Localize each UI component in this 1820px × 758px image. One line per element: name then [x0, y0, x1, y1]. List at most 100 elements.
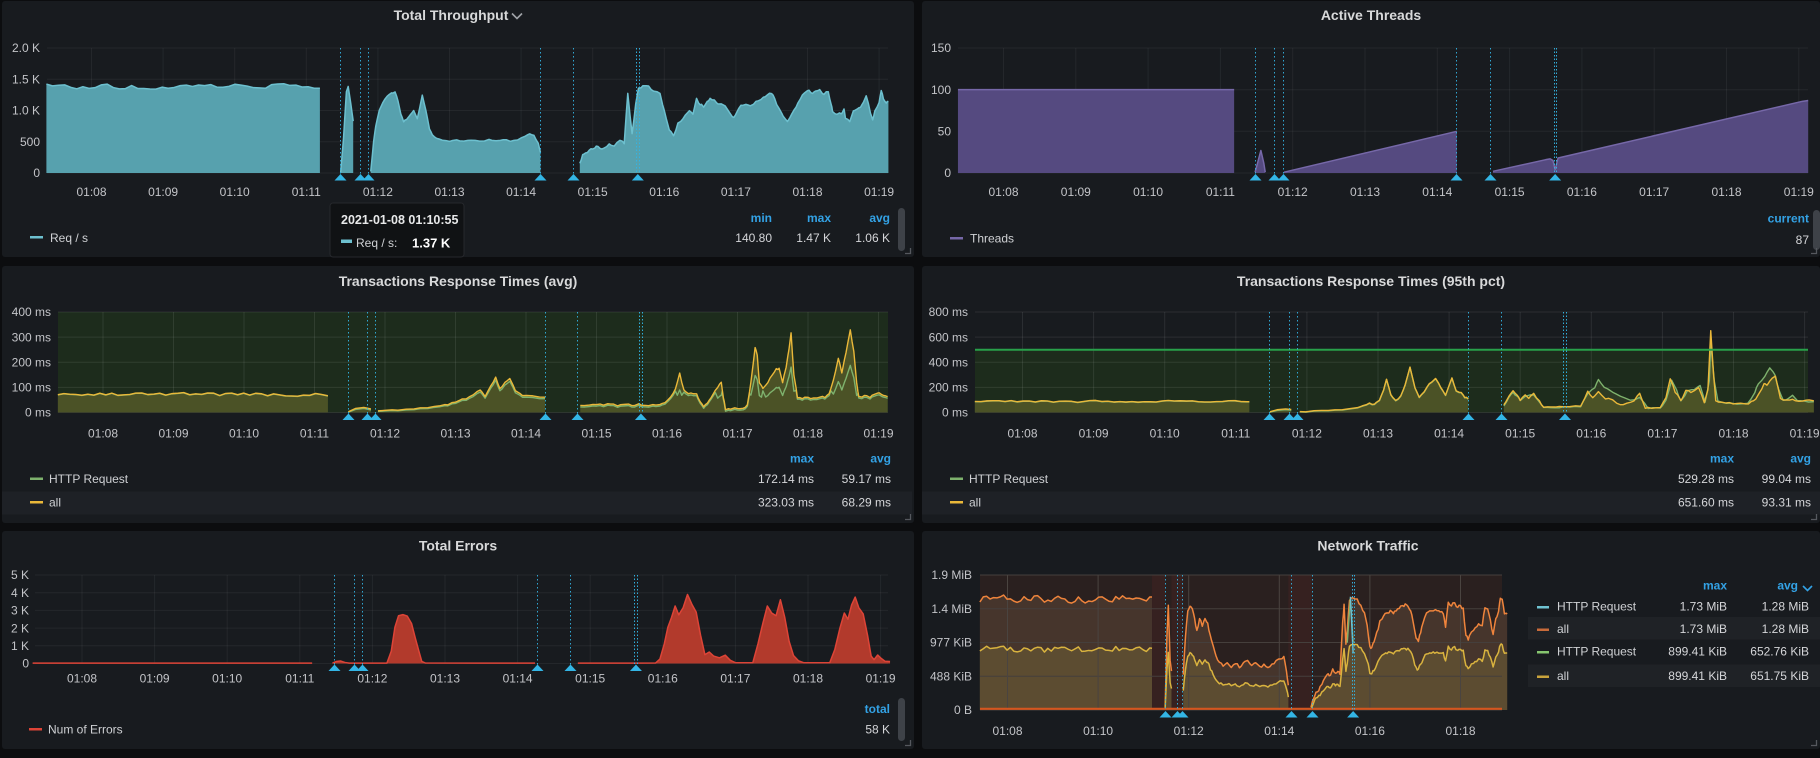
- svg-text:1.73 MiB: 1.73 MiB: [1680, 622, 1727, 636]
- svg-text:01:18: 01:18: [793, 427, 823, 441]
- svg-text:1.28 MiB: 1.28 MiB: [1762, 622, 1809, 636]
- svg-text:01:16: 01:16: [1576, 427, 1606, 441]
- svg-text:01:12: 01:12: [1174, 724, 1204, 738]
- svg-text:01:11: 01:11: [1221, 427, 1250, 441]
- svg-text:0 ms: 0 ms: [942, 406, 968, 420]
- svg-text:3 K: 3 K: [11, 604, 29, 618]
- svg-text:01:11: 01:11: [1206, 185, 1235, 199]
- svg-text:1.28 MiB: 1.28 MiB: [1762, 600, 1809, 614]
- svg-text:0: 0: [944, 166, 951, 180]
- svg-text:651.60 ms: 651.60 ms: [1678, 496, 1734, 510]
- svg-text:01:09: 01:09: [148, 185, 178, 199]
- svg-text:01:17: 01:17: [721, 185, 751, 199]
- svg-text:current: current: [1768, 212, 1809, 226]
- svg-text:2.0 K: 2.0 K: [12, 41, 40, 55]
- svg-text:500: 500: [20, 135, 40, 149]
- svg-text:all: all: [969, 496, 981, 510]
- svg-text:01:08: 01:08: [988, 185, 1018, 199]
- svg-text:01:17: 01:17: [1647, 427, 1677, 441]
- svg-text:59.17 ms: 59.17 ms: [842, 472, 891, 486]
- svg-text:HTTP Request: HTTP Request: [1557, 645, 1637, 659]
- svg-text:01:16: 01:16: [1355, 724, 1385, 738]
- svg-text:01:13: 01:13: [430, 672, 460, 686]
- svg-text:01:12: 01:12: [370, 427, 400, 441]
- svg-text:01:14: 01:14: [1422, 185, 1452, 199]
- svg-text:Transactions Response Times (a: Transactions Response Times (avg): [339, 273, 578, 289]
- svg-text:01:16: 01:16: [652, 427, 682, 441]
- svg-text:Req / s: Req / s: [50, 231, 88, 245]
- svg-text:avg: avg: [870, 452, 891, 466]
- svg-text:01:08: 01:08: [1007, 427, 1037, 441]
- svg-text:01:12: 01:12: [1292, 427, 1322, 441]
- svg-text:01:15: 01:15: [578, 185, 608, 199]
- svg-text:01:11: 01:11: [300, 427, 329, 441]
- svg-text:529.28 ms: 529.28 ms: [1678, 472, 1734, 486]
- svg-text:2 K: 2 K: [11, 621, 29, 635]
- svg-text:01:14: 01:14: [1264, 724, 1294, 738]
- svg-text:Active Threads: Active Threads: [1321, 7, 1422, 23]
- svg-text:2021-01-08 01:10:55: 2021-01-08 01:10:55: [341, 213, 458, 227]
- svg-text:150: 150: [931, 41, 951, 55]
- svg-text:0: 0: [33, 166, 40, 180]
- svg-text:01:18: 01:18: [1711, 185, 1741, 199]
- svg-text:Transactions Response Times (9: Transactions Response Times (95th pct): [1237, 273, 1505, 289]
- svg-text:87: 87: [1796, 233, 1810, 247]
- svg-text:01:12: 01:12: [1278, 185, 1308, 199]
- svg-text:max: max: [790, 452, 814, 466]
- svg-text:50: 50: [938, 125, 952, 139]
- svg-text:01:19: 01:19: [863, 427, 893, 441]
- svg-text:01:12: 01:12: [363, 185, 393, 199]
- svg-text:1 K: 1 K: [11, 639, 29, 653]
- svg-text:0 B: 0 B: [954, 703, 972, 717]
- svg-text:899.41 KiB: 899.41 KiB: [1668, 645, 1727, 659]
- svg-text:200 ms: 200 ms: [929, 381, 968, 395]
- svg-text:max: max: [1703, 579, 1727, 593]
- svg-text:Network Traffic: Network Traffic: [1317, 538, 1418, 554]
- svg-text:01:18: 01:18: [793, 672, 823, 686]
- svg-text:01:19: 01:19: [864, 185, 894, 199]
- svg-text:01:19: 01:19: [1790, 427, 1820, 441]
- svg-text:99.04 ms: 99.04 ms: [1762, 472, 1811, 486]
- svg-text:652.76 KiB: 652.76 KiB: [1750, 645, 1809, 659]
- svg-text:01:11: 01:11: [292, 185, 321, 199]
- svg-text:01:15: 01:15: [1505, 427, 1535, 441]
- svg-text:977 KiB: 977 KiB: [930, 636, 972, 650]
- svg-text:1.37 K: 1.37 K: [412, 236, 451, 251]
- svg-text:01:16: 01:16: [648, 672, 678, 686]
- svg-text:01:18: 01:18: [792, 185, 822, 199]
- svg-text:1.0 K: 1.0 K: [12, 104, 40, 118]
- svg-text:01:09: 01:09: [1061, 185, 1091, 199]
- svg-text:1.06 K: 1.06 K: [855, 231, 890, 245]
- svg-text:HTTP Request: HTTP Request: [1557, 600, 1637, 614]
- svg-text:Total Throughput: Total Throughput: [394, 7, 509, 23]
- svg-text:1.5 K: 1.5 K: [12, 72, 40, 86]
- svg-text:01:10: 01:10: [1150, 427, 1180, 441]
- svg-text:1.47 K: 1.47 K: [796, 231, 831, 245]
- svg-text:01:16: 01:16: [649, 185, 679, 199]
- svg-text:01:10: 01:10: [220, 185, 250, 199]
- svg-text:Threads: Threads: [970, 232, 1014, 246]
- svg-text:4 K: 4 K: [11, 586, 29, 600]
- svg-text:01:14: 01:14: [511, 427, 541, 441]
- svg-text:01:15: 01:15: [1495, 185, 1525, 199]
- svg-text:01:17: 01:17: [1639, 185, 1669, 199]
- svg-text:01:10: 01:10: [1083, 724, 1113, 738]
- svg-text:01:13: 01:13: [434, 185, 464, 199]
- svg-text:1.73 MiB: 1.73 MiB: [1680, 600, 1727, 614]
- svg-text:01:13: 01:13: [1363, 427, 1393, 441]
- svg-text:01:10: 01:10: [212, 672, 242, 686]
- svg-text:5 K: 5 K: [11, 568, 29, 582]
- svg-text:all: all: [1557, 622, 1569, 636]
- svg-text:100 ms: 100 ms: [12, 381, 51, 395]
- svg-text:01:11: 01:11: [285, 672, 314, 686]
- svg-text:01:09: 01:09: [1079, 427, 1109, 441]
- svg-text:avg: avg: [869, 211, 890, 225]
- svg-text:58 K: 58 K: [865, 723, 890, 737]
- svg-text:min: min: [751, 211, 772, 225]
- svg-text:01:15: 01:15: [581, 427, 611, 441]
- svg-text:0 ms: 0 ms: [25, 406, 51, 420]
- svg-text:651.75 KiB: 651.75 KiB: [1750, 669, 1809, 683]
- svg-text:total: total: [865, 702, 890, 716]
- svg-text:01:17: 01:17: [720, 672, 750, 686]
- svg-text:HTTP Request: HTTP Request: [49, 472, 129, 486]
